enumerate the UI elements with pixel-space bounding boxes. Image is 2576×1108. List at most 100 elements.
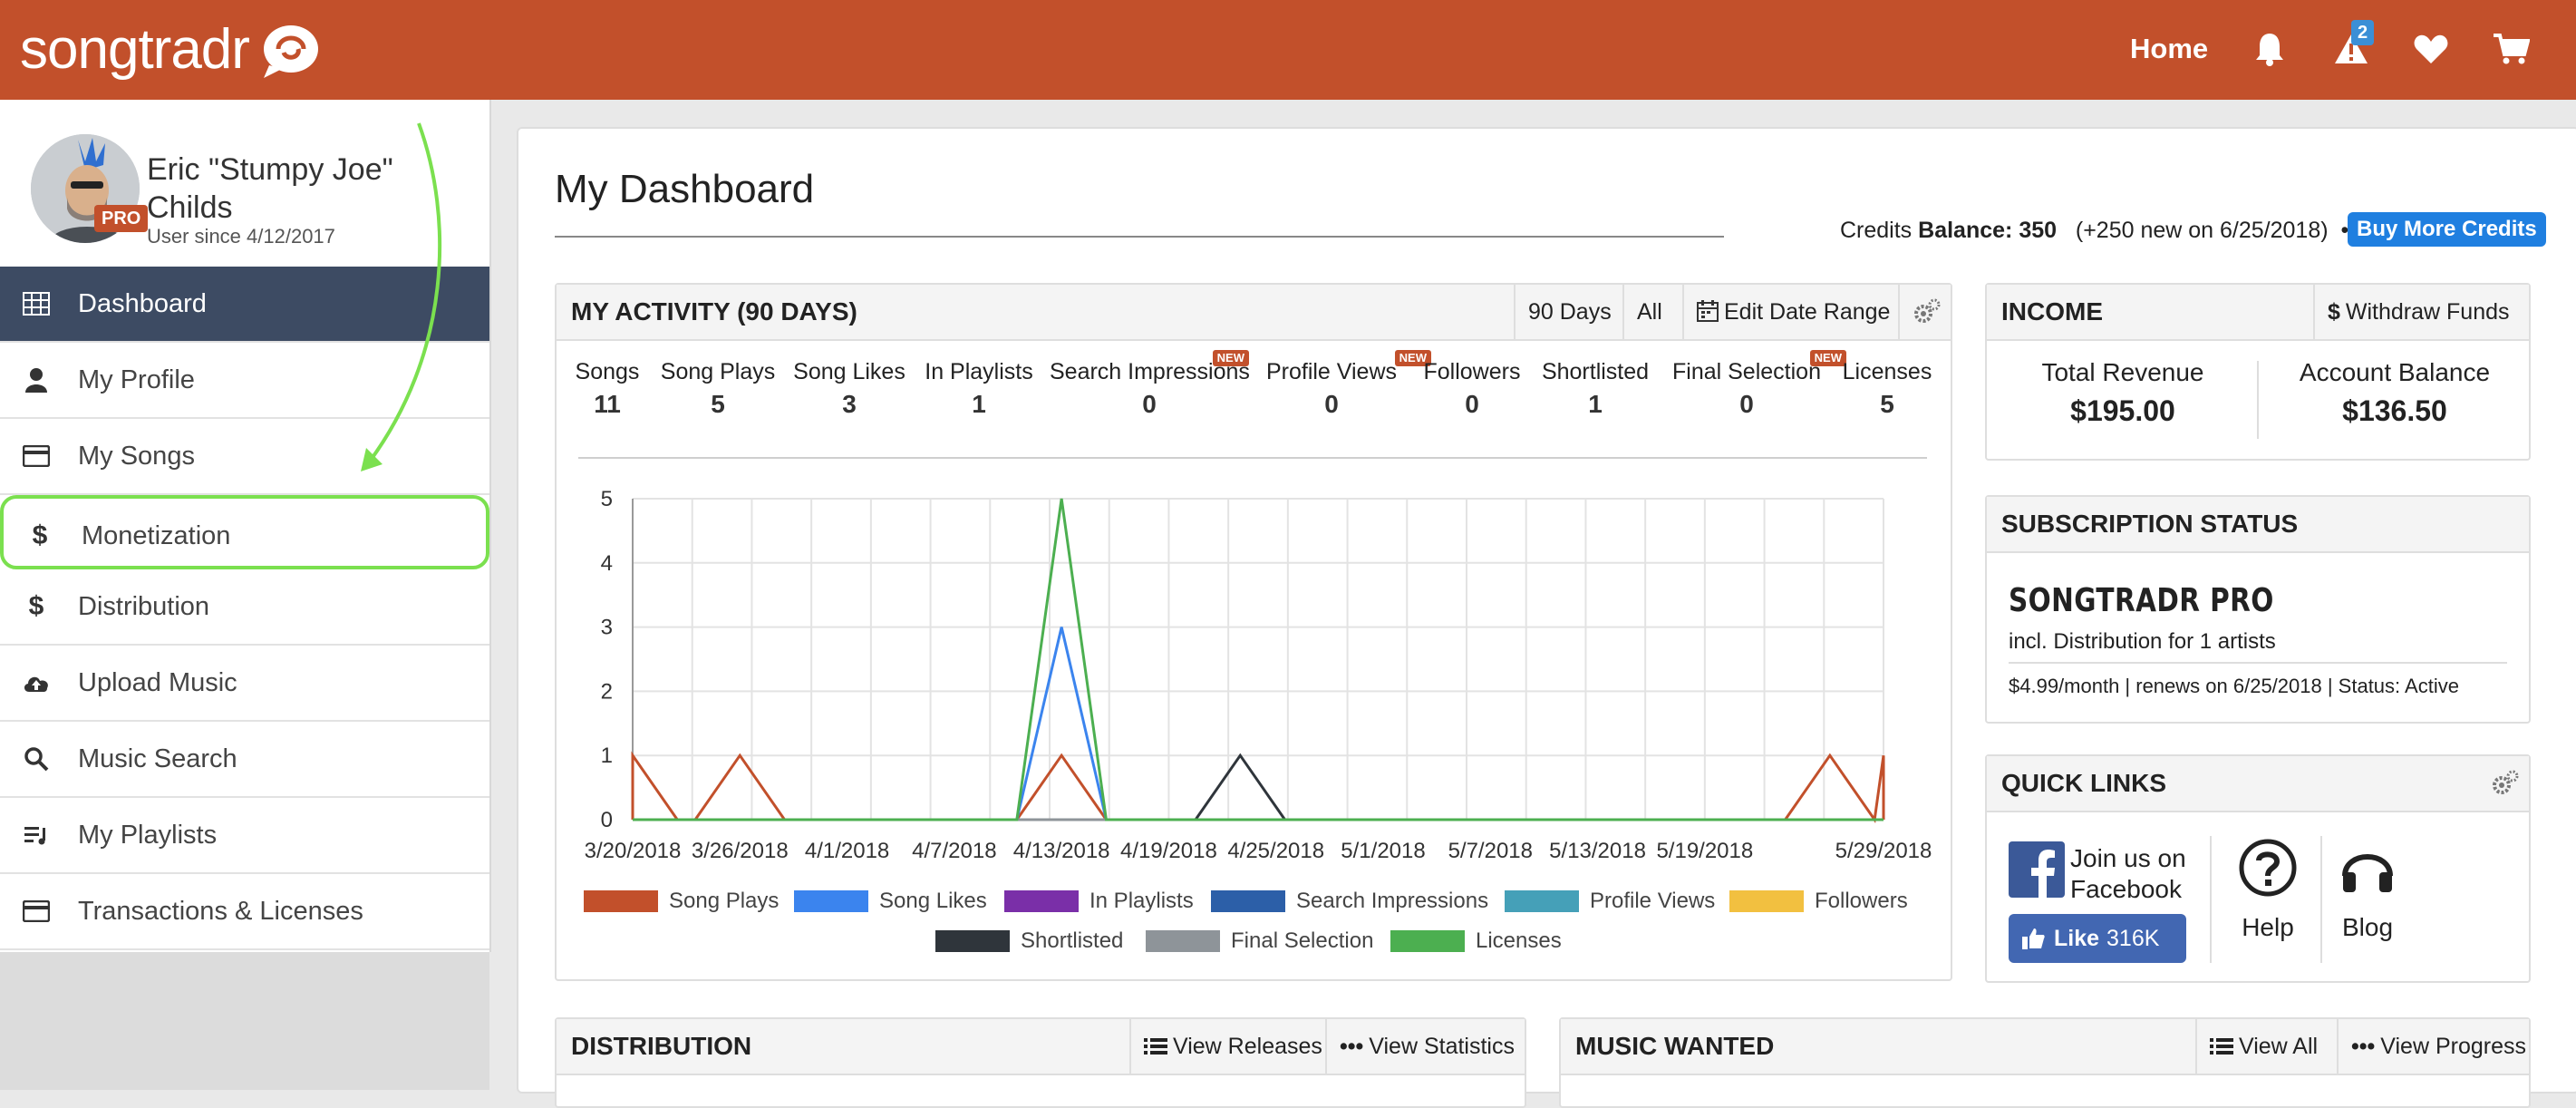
title-divider: [555, 236, 1724, 238]
facebook-like-count: 316K: [2106, 926, 2160, 951]
dollar-icon: $: [2328, 299, 2340, 325]
legend-swatch: [1505, 890, 1579, 912]
sidebar-item-music-search[interactable]: Music Search: [0, 722, 489, 798]
legend-label: Song Likes: [879, 889, 987, 913]
view-releases-button[interactable]: View Releases: [1129, 1019, 1325, 1074]
distribution-panel-header: DISTRIBUTION View Releases ••• View Stati…: [557, 1019, 1525, 1075]
nav-home-link[interactable]: Home: [2130, 29, 2208, 69]
sidebar-item-monetization[interactable]: $ Monetization: [0, 495, 489, 569]
subscription-panel: SUBSCRIPTION STATUS SONGTRADR PRO incl. …: [1985, 495, 2531, 724]
page-title: My Dashboard: [555, 167, 815, 211]
legend-swatch: [1211, 890, 1285, 912]
total-revenue-label: Total Revenue: [2041, 358, 2204, 386]
x-tick-label: 5/7/2018: [1448, 839, 1533, 863]
y-tick-label: 1: [601, 744, 613, 768]
search-icon: [22, 745, 51, 773]
cart-icon[interactable]: [2487, 25, 2534, 73]
stat-label: In Playlists: [925, 359, 1033, 384]
activity-stats: Songs 11 Song Plays 5 Song Likes 3 In Playlist…: [557, 350, 1952, 448]
credits-note: (+250 new on 6/25/2018): [2075, 218, 2329, 243]
grid-icon: [22, 290, 51, 317]
logo-mark-icon: [263, 25, 318, 78]
series-line-song-plays: [631, 751, 1885, 824]
legend-swatch: [584, 890, 658, 912]
series-line-song-likes: [633, 627, 1884, 821]
account-balance-value: $136.50: [2342, 394, 2447, 427]
sidebar-item-label: Distribution: [78, 592, 210, 621]
series-line-shortlisted: [633, 753, 1884, 821]
legend-label: Search Impressions: [1296, 889, 1488, 913]
main-content: My Dashboard Credits Balance: 350 (+250 …: [517, 127, 2576, 1108]
stat-in-playlists: In Playlists 1: [879, 357, 1079, 423]
withdraw-funds-button[interactable]: $ Withdraw Funds: [2313, 285, 2529, 339]
edit-date-range-button[interactable]: Edit Date Range: [1682, 285, 1898, 339]
help-link[interactable]: Help: [2223, 838, 2313, 946]
legend-label: Profile Views: [1590, 889, 1715, 913]
y-tick-label: 4: [601, 551, 613, 576]
withdraw-funds-label: Withdraw Funds: [2345, 299, 2510, 325]
sidebar-item-upload-music[interactable]: Upload Music: [0, 646, 489, 722]
sidebar-item-label: Upload Music: [78, 668, 237, 697]
income-title: INCOME: [2001, 297, 2103, 326]
view-statistics-label: View Statistics: [1369, 1034, 1515, 1059]
music-wanted-panel: MUSIC WANTED View All ••• View Progress: [1559, 1017, 2531, 1108]
stat-value: 1: [972, 390, 986, 418]
quick-links-settings-button[interactable]: [2491, 769, 2520, 801]
edit-date-range-label: Edit Date Range: [1724, 299, 1891, 325]
subscription-panel-header: SUBSCRIPTION STATUS: [1987, 497, 2529, 553]
range-90-days-button[interactable]: 90 Days: [1514, 285, 1622, 339]
x-tick-label: 4/7/2018: [912, 839, 996, 863]
range-all-button[interactable]: All: [1622, 285, 1682, 339]
activity-panel-header: MY ACTIVITY (90 DAYS) 90 Days All Edit D…: [557, 285, 1951, 341]
sidebar-item-label: Monetization: [82, 521, 231, 550]
card-icon: [22, 442, 51, 470]
sidebar-item-transactions-licenses[interactable]: Transactions & Licenses: [0, 874, 489, 950]
legend-label: Followers: [1815, 889, 1908, 913]
subscription-title: SUBSCRIPTION STATUS: [2001, 510, 2299, 538]
legend-swatch: [1390, 930, 1465, 952]
sidebar-item-label: Dashboard: [78, 289, 207, 318]
heart-icon[interactable]: [2407, 25, 2455, 73]
blog-link[interactable]: Blog: [2322, 838, 2413, 946]
bell-icon[interactable]: [2246, 25, 2293, 73]
more-dots-icon: •••: [1340, 1034, 1364, 1059]
view-all-button[interactable]: View All: [2195, 1019, 2337, 1074]
sidebar-item-label: My Profile: [78, 365, 195, 394]
more-dots-icon: •••: [2351, 1034, 2376, 1059]
sidebar-item-distribution[interactable]: $ Distribution: [0, 569, 489, 646]
card-icon: [22, 898, 51, 925]
view-all-label: View All: [2239, 1034, 2319, 1059]
list-icon: [2210, 1038, 2233, 1055]
subscription-details: $4.99/month | renews on 6/25/2018 | Stat…: [2009, 675, 2459, 697]
activity-settings-button[interactable]: [1898, 285, 1952, 339]
facebook-icon: [2009, 841, 2065, 898]
stat-value: 0: [1142, 390, 1157, 418]
facebook-like-label: Like: [2054, 926, 2100, 951]
x-tick-label: 5/1/2018: [1341, 839, 1425, 863]
x-tick-label: 4/25/2018: [1227, 839, 1324, 863]
songtradr-logo[interactable]: songtradr: [20, 18, 322, 82]
annotation-arrow: [361, 122, 442, 471]
view-statistics-button[interactable]: ••• View Statistics: [1325, 1019, 1526, 1074]
view-progress-button[interactable]: ••• View Progress: [2337, 1019, 2531, 1074]
user-icon: [22, 366, 51, 394]
subscription-divider: [2009, 662, 2507, 664]
pro-badge: PRO: [94, 205, 149, 232]
subscription-plan: SONGTRADR PRO: [2009, 582, 2274, 619]
sidebar-item-label: My Playlists: [78, 821, 218, 850]
thumbs-up-icon: [2022, 928, 2045, 949]
sidebar-item-label: My Songs: [78, 442, 195, 471]
x-tick-label: 4/1/2018: [805, 839, 889, 863]
facebook-like-button[interactable]: Like 316K: [2009, 914, 2186, 963]
sidebar-item-label: Transactions & Licenses: [78, 897, 363, 926]
quick-links-separator: [2210, 836, 2212, 963]
gears-icon: [2493, 770, 2519, 794]
sidebar-item-my-playlists[interactable]: My Playlists: [0, 798, 489, 874]
headphones-icon: [2342, 854, 2393, 892]
help-icon: [2239, 839, 2297, 897]
quick-links-panel-header: QUICK LINKS: [1987, 756, 2529, 812]
buy-more-credits-button[interactable]: Buy More Credits: [2348, 212, 2546, 247]
list-icon: [1144, 1038, 1167, 1055]
x-tick-label: 4/13/2018: [1013, 839, 1110, 863]
legend-swatch: [1004, 890, 1079, 912]
